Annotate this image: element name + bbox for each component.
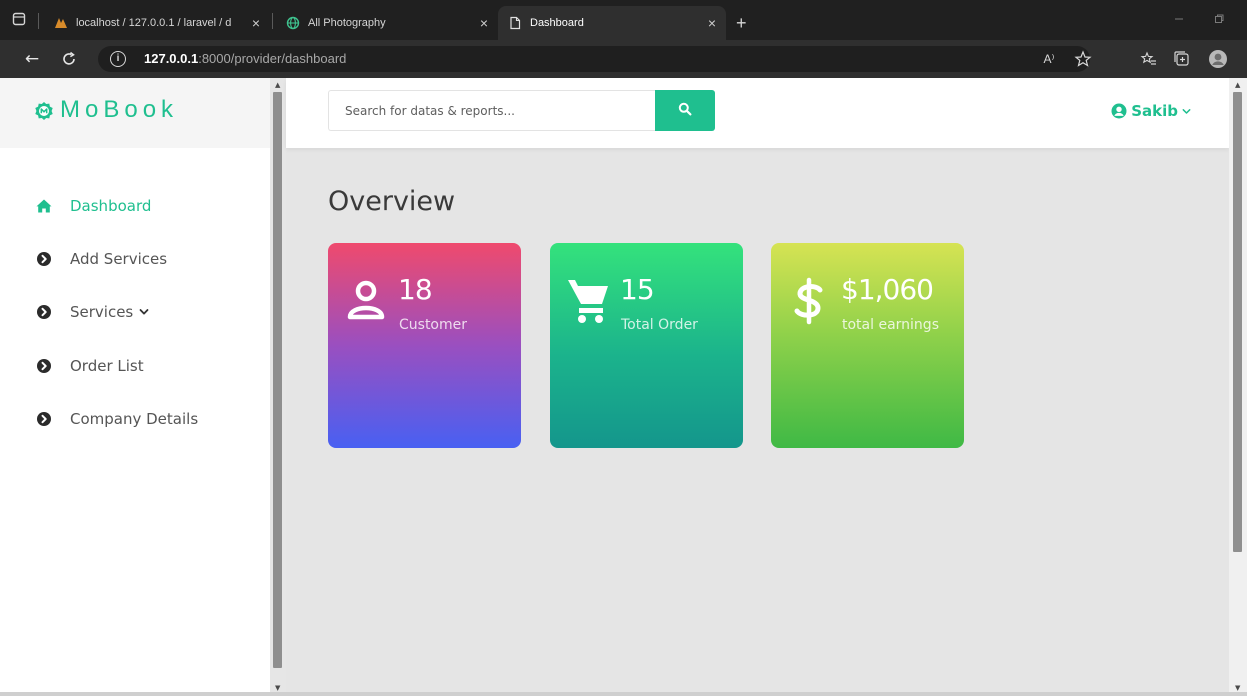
tab-close-icon[interactable]: × xyxy=(480,15,488,31)
sidebar-item-label: Order List xyxy=(70,357,144,375)
sidebar: MoBook Dashboard Add Services Services O… xyxy=(0,78,270,696)
chevron-circle-right-icon xyxy=(37,412,51,426)
top-header: Sakib xyxy=(286,78,1229,148)
sidebar-item-dashboard[interactable]: Dashboard xyxy=(36,194,151,218)
tab-label: Dashboard xyxy=(530,17,584,29)
url-host: 127.0.0.1 xyxy=(144,51,199,66)
home-icon xyxy=(36,199,52,213)
scroll-down-icon[interactable]: ▼ xyxy=(1235,684,1240,692)
user-menu[interactable]: Sakib xyxy=(1111,102,1191,120)
brand-name: MoBook xyxy=(60,96,179,123)
stat-card-earnings[interactable]: $1,060 total earnings xyxy=(771,243,964,448)
url-text: 127.0.0.1:8000/provider/dashboard xyxy=(144,51,346,66)
sidebar-item-label: Company Details xyxy=(70,410,199,428)
browser-address-bar: ← i 127.0.0.1:8000/provider/dashboard A⁾ xyxy=(0,40,1247,78)
new-tab-button[interactable]: + xyxy=(728,6,758,40)
tab-dashboard[interactable]: Dashboard × xyxy=(498,6,726,40)
sidebar-scrollbar-thumb[interactable] xyxy=(273,92,282,668)
mobook-logo-icon xyxy=(35,102,53,120)
main-content: Sakib Overview 18 Customer xyxy=(286,78,1229,696)
tab-all-photography[interactable]: All Photography × xyxy=(276,6,498,40)
tab-close-icon[interactable]: × xyxy=(708,15,716,31)
minimize-icon[interactable] xyxy=(1174,14,1184,24)
scroll-up-icon[interactable]: ▲ xyxy=(1235,81,1240,89)
sidebar-item-order-list[interactable]: Order List xyxy=(36,354,144,378)
chevron-down-icon xyxy=(1182,108,1191,114)
tab-label: localhost / 127.0.0.1 / laravel / d xyxy=(76,17,232,29)
profile-avatar-icon[interactable] xyxy=(1208,49,1228,69)
user-circle-icon xyxy=(1111,103,1127,119)
browser-tab-bar: localhost / 127.0.0.1 / laravel / d × Al… xyxy=(0,0,1247,40)
sidebar-item-add-services[interactable]: Add Services xyxy=(36,247,167,271)
card-value: $1,060 xyxy=(841,273,934,306)
card-value: 15 xyxy=(620,273,655,306)
cart-icon xyxy=(568,280,608,323)
chevron-down-icon xyxy=(139,309,149,315)
scroll-up-icon[interactable]: ▲ xyxy=(275,81,280,89)
favorites-list-icon[interactable] xyxy=(1140,50,1158,68)
sidebar-scrollbar[interactable]: ▲ ▼ xyxy=(270,78,286,696)
search-button[interactable] xyxy=(655,90,715,131)
card-label: Customer xyxy=(399,317,468,333)
stat-card-customer[interactable]: 18 Customer xyxy=(328,243,521,448)
tab-separator xyxy=(272,13,273,29)
horizontal-scrollbar[interactable] xyxy=(0,692,1247,696)
back-icon[interactable]: ← xyxy=(22,49,42,69)
dollar-icon xyxy=(794,277,823,325)
sidebar-item-label: Dashboard xyxy=(70,197,152,215)
site-info-icon[interactable]: i xyxy=(110,51,126,67)
sidebar-item-label: Services xyxy=(70,303,134,321)
sidebar-item-label: Add Services xyxy=(70,250,168,268)
read-aloud-icon[interactable]: A⁾ xyxy=(1040,50,1058,68)
page-viewport: MoBook Dashboard Add Services Services O… xyxy=(0,78,1247,696)
url-path: :8000/provider/dashboard xyxy=(198,51,347,66)
favorite-star-icon[interactable] xyxy=(1074,50,1092,68)
stat-card-total-order[interactable]: 15 Total Order xyxy=(550,243,743,448)
page-scrollbar-thumb[interactable] xyxy=(1233,92,1242,552)
card-label: total earnings xyxy=(842,317,939,333)
tab-actions-icon[interactable] xyxy=(12,12,26,26)
chevron-circle-right-icon xyxy=(37,359,51,373)
user-icon xyxy=(347,280,385,320)
collections-icon[interactable] xyxy=(1173,50,1191,68)
sidebar-item-company-details[interactable]: Company Details xyxy=(36,407,198,431)
plus-icon: + xyxy=(736,12,747,33)
user-name: Sakib xyxy=(1131,102,1178,120)
page-favicon-icon xyxy=(510,16,521,30)
tab-close-icon[interactable]: × xyxy=(252,15,260,31)
search-input[interactable] xyxy=(328,90,656,131)
tab-label: All Photography xyxy=(308,17,386,29)
brand[interactable]: MoBook xyxy=(0,78,270,148)
chevron-circle-right-icon xyxy=(37,305,51,319)
chevron-circle-right-icon xyxy=(37,252,51,266)
scroll-down-icon[interactable]: ▼ xyxy=(275,684,280,692)
page-scrollbar[interactable]: ▲ ▼ xyxy=(1229,78,1247,696)
restore-icon[interactable] xyxy=(1214,14,1224,24)
search-icon xyxy=(678,102,692,116)
sidebar-item-services[interactable]: Services xyxy=(36,300,149,324)
card-label: Total Order xyxy=(621,317,698,333)
url-field[interactable]: i 127.0.0.1:8000/provider/dashboard xyxy=(98,46,1090,72)
refresh-icon[interactable] xyxy=(60,50,78,68)
tab-separator xyxy=(38,13,39,29)
page-title: Overview xyxy=(328,186,456,217)
phpmyadmin-favicon-icon xyxy=(55,18,67,28)
globe-favicon-icon xyxy=(286,16,300,30)
tab-phpmyadmin[interactable]: localhost / 127.0.0.1 / laravel / d × xyxy=(44,6,270,40)
card-value: 18 xyxy=(398,273,433,306)
